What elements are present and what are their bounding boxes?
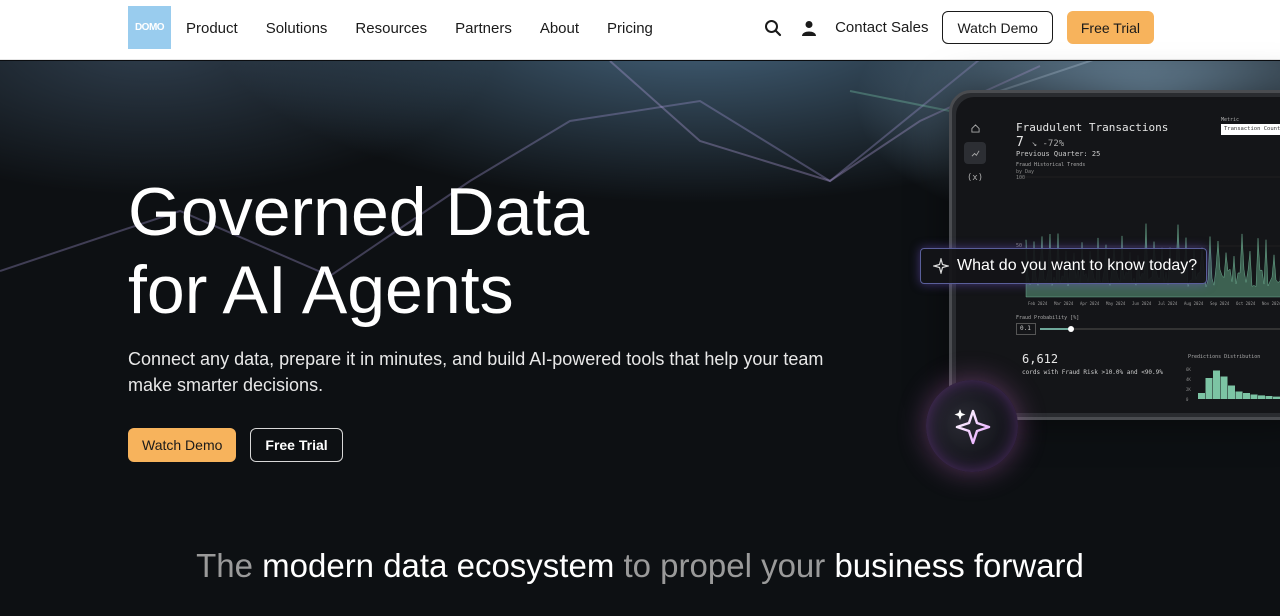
histogram-bars bbox=[1198, 370, 1280, 399]
month-label: Nov 2024 bbox=[1262, 301, 1280, 306]
variable-icon: (x) bbox=[966, 173, 984, 183]
domo-logo[interactable]: DOMO bbox=[128, 6, 171, 49]
month-label: Oct 2024 bbox=[1236, 301, 1256, 306]
y-label-100: 100 bbox=[1016, 175, 1025, 181]
search-icon[interactable] bbox=[763, 18, 783, 38]
month-label: Sep 2024 bbox=[1210, 301, 1230, 306]
tagline-part-1: The bbox=[196, 547, 253, 584]
ai-sparkle-icon bbox=[954, 409, 991, 445]
histogram-bar bbox=[1250, 394, 1258, 399]
histogram-bar bbox=[1220, 376, 1228, 399]
fraud-count: 7 ↘ -72% bbox=[1016, 135, 1064, 150]
ai-prompt-pill[interactable]: What do you want to know today? bbox=[920, 248, 1208, 284]
hist-y-0: 0 bbox=[1186, 397, 1189, 402]
fraud-count-change: ↘ -72% bbox=[1031, 139, 1065, 149]
histogram-bar bbox=[1235, 391, 1243, 399]
nav-actions: Contact Sales Watch Demo Free Trial bbox=[763, 11, 1154, 44]
nav-product[interactable]: Product bbox=[186, 20, 238, 37]
user-icon[interactable] bbox=[799, 18, 819, 38]
hero-buttons: Watch Demo Free Trial bbox=[128, 428, 343, 462]
headline-line-1: Governed Data bbox=[128, 174, 590, 250]
fraud-probability-slider[interactable] bbox=[1040, 326, 1280, 332]
histogram-bar bbox=[1258, 395, 1265, 399]
month-label: Mar 2024 bbox=[1054, 301, 1074, 306]
contact-sales-link[interactable]: Contact Sales bbox=[835, 19, 928, 36]
hero-subtext: Connect any data, prepare it in minutes,… bbox=[128, 349, 824, 395]
home-icon bbox=[964, 117, 986, 139]
histogram-bar bbox=[1198, 393, 1205, 399]
nav-watch-demo-button[interactable]: Watch Demo bbox=[942, 11, 1053, 44]
top-nav: DOMO Product Solutions Resources Partner… bbox=[0, 0, 1280, 60]
month-label: Jul 2024 bbox=[1158, 301, 1178, 306]
month-label: Feb 2024 bbox=[1028, 301, 1048, 306]
hist-y-6k: 6K bbox=[1186, 367, 1191, 372]
nav-resources[interactable]: Resources bbox=[355, 20, 427, 37]
month-label: Jun 2024 bbox=[1132, 301, 1152, 306]
chart-icon bbox=[964, 142, 986, 164]
histogram-bar bbox=[1205, 378, 1213, 399]
histogram-bar bbox=[1265, 396, 1273, 399]
nav-links: Product Solutions Resources Partners Abo… bbox=[186, 0, 681, 56]
hist-y-2k: 2K bbox=[1186, 387, 1191, 392]
nav-pricing[interactable]: Pricing bbox=[607, 20, 653, 37]
headline-line-2: for AI Agents bbox=[128, 252, 514, 328]
hero-watch-demo-button[interactable]: Watch Demo bbox=[128, 428, 237, 462]
nav-partners[interactable]: Partners bbox=[455, 20, 512, 37]
records-description: cords with Fraud Risk >10.0% and <90.9% bbox=[1022, 369, 1163, 376]
fraud-probability-label: Fraud Probability [%] bbox=[1016, 315, 1080, 321]
metric-select[interactable]: Transaction Count bbox=[1221, 124, 1280, 135]
month-label: Aug 2024 bbox=[1184, 301, 1204, 306]
dashboard-title: Fraudulent Transactions bbox=[1016, 121, 1169, 134]
dashboard-sidebar: (x) bbox=[964, 117, 990, 192]
slider-knob[interactable] bbox=[1068, 326, 1074, 332]
nav-free-trial-button[interactable]: Free Trial bbox=[1066, 11, 1154, 44]
histogram-bar bbox=[1273, 396, 1280, 399]
month-labels: Feb 2024 Mar 2024 Apr 2024 May 2024 Jun 2024… bbox=[1028, 301, 1280, 306]
tagline-part-2: modern data ecosystem bbox=[262, 547, 615, 584]
histogram-bar bbox=[1243, 393, 1250, 399]
hero-headline: Governed Data for AI Agents bbox=[128, 173, 728, 329]
hist-y-4k: 4K bbox=[1186, 377, 1191, 382]
nav-about[interactable]: About bbox=[540, 20, 579, 37]
tagline-part-3: to propel your bbox=[623, 547, 826, 584]
predictions-histogram: 6K 4K 2K 0 bbox=[1186, 367, 1280, 402]
fraud-probability-input[interactable]: 0.1 bbox=[1016, 323, 1036, 335]
histogram-bar bbox=[1228, 385, 1235, 399]
nav-solutions[interactable]: Solutions bbox=[266, 20, 328, 37]
month-label: May 2024 bbox=[1106, 301, 1126, 306]
slider-fill bbox=[1040, 328, 1070, 330]
sparkle-icon bbox=[933, 258, 949, 274]
histogram-bar bbox=[1213, 370, 1220, 399]
hero-free-trial-button[interactable]: Free Trial bbox=[250, 428, 343, 462]
tagline: The modern data ecosystem to propel your… bbox=[0, 547, 1280, 585]
fraud-count-value: 7 bbox=[1016, 135, 1024, 150]
ai-prompt-text: What do you want to know today? bbox=[957, 257, 1198, 274]
tagline-part-4: business forward bbox=[834, 547, 1084, 584]
records-count: 6,612 bbox=[1022, 352, 1059, 366]
metric-label: Metric bbox=[1221, 117, 1240, 123]
ai-assistant-orb[interactable] bbox=[926, 380, 1018, 472]
month-label: Apr 2024 bbox=[1080, 301, 1100, 306]
previous-quarter: Previous Quarter: 25 bbox=[1016, 150, 1101, 158]
fraud-trend-chart: 100 50 Feb 2024 Mar 2024 Apr 2024 May 2024 J… bbox=[1016, 175, 1280, 306]
